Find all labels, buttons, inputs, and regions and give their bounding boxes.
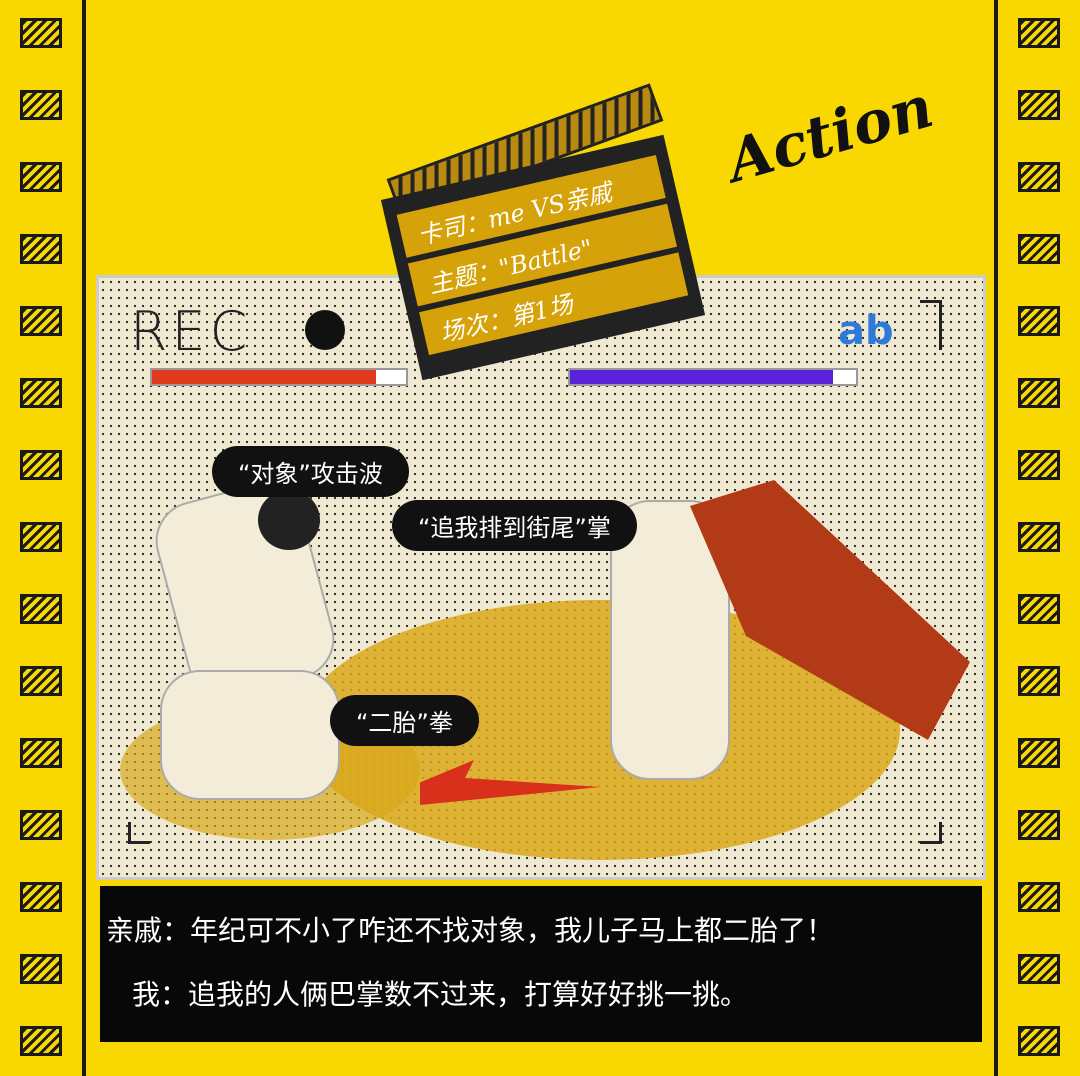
speaker: 亲戚： xyxy=(106,914,191,947)
relative-hair xyxy=(258,490,320,550)
film-sprocket xyxy=(1018,378,1060,408)
film-sprocket xyxy=(20,234,62,264)
attack-bubble: “追我排到街尾”掌 xyxy=(392,500,637,551)
dialogue-line-1: 亲戚：年纪可不小了咋还不找对象，我儿子马上都二胎了！ xyxy=(106,906,976,970)
film-sprocket xyxy=(20,738,62,768)
film-sprocket xyxy=(1018,234,1060,264)
health-bar-left xyxy=(150,368,408,386)
film-sprocket xyxy=(1018,18,1060,48)
dialogue-line-2: 我：追我的人俩巴掌数不过来，打算好好挑一挑。 xyxy=(106,970,976,1034)
health-bar-right xyxy=(568,368,858,386)
frame-corner xyxy=(920,822,942,844)
film-sprocket xyxy=(20,378,62,408)
film-sprocket xyxy=(20,18,62,48)
health-bar-fill xyxy=(152,370,376,384)
film-sprocket xyxy=(1018,738,1060,768)
line: 年纪可不小了咋还不找对象，我儿子马上都二胎了！ xyxy=(190,914,835,947)
attack-bubble: “二胎”拳 xyxy=(330,695,479,746)
film-sprocket xyxy=(20,162,62,192)
frame-corner xyxy=(920,300,942,350)
health-bar-fill xyxy=(570,370,834,384)
film-sprocket xyxy=(20,810,62,840)
film-sprocket xyxy=(20,306,62,336)
film-sprocket xyxy=(20,666,62,696)
film-sprocket xyxy=(20,450,62,480)
speaker: 我： xyxy=(132,978,189,1011)
film-sprocket xyxy=(1018,594,1060,624)
attack-bubble: “对象”攻击波 xyxy=(212,446,409,497)
film-sprocket xyxy=(1018,450,1060,480)
dialogue-caption: 亲戚：年纪可不小了咋还不找对象，我儿子马上都二胎了！ 我：追我的人俩巴掌数不过来… xyxy=(100,886,982,1042)
film-strip-right xyxy=(994,0,1080,1076)
logo: ab xyxy=(838,308,894,354)
relative-legs xyxy=(160,670,340,800)
film-sprocket xyxy=(1018,90,1060,120)
film-sprocket xyxy=(1018,162,1060,192)
film-strip-left xyxy=(0,0,86,1076)
film-sprocket xyxy=(20,954,62,984)
action-title: Action xyxy=(719,72,941,196)
film-sprocket xyxy=(1018,522,1060,552)
film-sprocket xyxy=(20,882,62,912)
film-sprocket xyxy=(1018,306,1060,336)
film-sprocket xyxy=(20,522,62,552)
film-sprocket xyxy=(1018,1026,1060,1056)
film-sprocket xyxy=(20,594,62,624)
film-sprocket xyxy=(1018,810,1060,840)
film-sprocket xyxy=(20,1026,62,1056)
record-dot-icon xyxy=(305,310,345,350)
film-sprocket xyxy=(1018,666,1060,696)
rec-label: REC xyxy=(130,300,252,363)
frame-corner xyxy=(128,822,150,844)
film-sprocket xyxy=(1018,954,1060,984)
film-sprocket xyxy=(1018,882,1060,912)
film-sprocket xyxy=(20,90,62,120)
line: 追我的人俩巴掌数不过来，打算好好挑一挑。 xyxy=(188,978,749,1011)
